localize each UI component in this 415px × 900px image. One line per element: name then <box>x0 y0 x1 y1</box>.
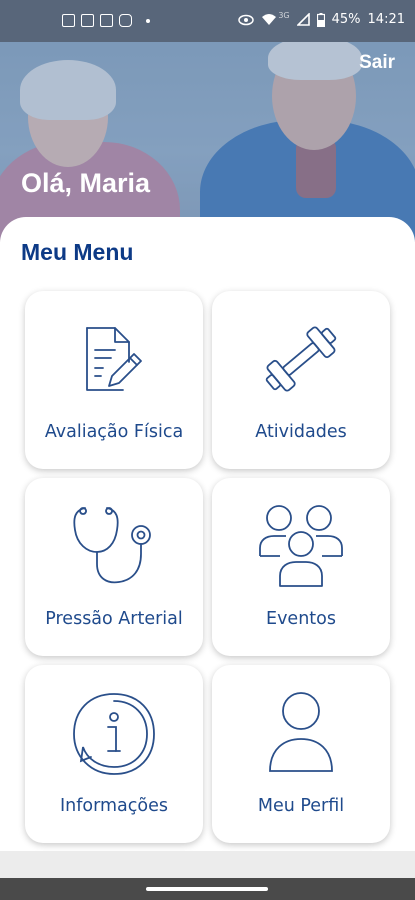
hero-overlay <box>0 42 415 242</box>
menu-tile-label: Eventos <box>266 609 336 629</box>
greeting-title: Olá, Maria <box>21 168 151 198</box>
status-bar: 3G 45% 14:21 <box>0 0 415 42</box>
instagram-icon <box>119 14 132 27</box>
battery-icon <box>316 12 325 27</box>
battery-percentage: 45% <box>331 12 361 27</box>
menu-tile-meu-perfil[interactable]: Meu Perfil <box>212 665 390 843</box>
user-profile-icon <box>269 692 333 772</box>
clock: 14:21 <box>367 12 405 27</box>
eye-icon <box>238 14 255 25</box>
dumbbell-icon <box>265 326 337 392</box>
signal-icon <box>296 13 310 26</box>
document-edit-icon <box>86 327 142 391</box>
system-navigation-bar <box>0 851 415 900</box>
qr-icon <box>81 14 94 27</box>
menu-tile-label: Meu Perfil <box>257 796 345 816</box>
more-notifications-dot <box>146 18 150 23</box>
menu-tile-pressao-arterial[interactable]: Pressão Arterial <box>25 478 203 656</box>
menu-tile-informacoes[interactable]: Informações <box>25 665 203 843</box>
menu-tile-eventos[interactable]: Eventos <box>212 478 390 656</box>
menu-tile-avaliacao-fisica[interactable]: Avaliação Física <box>25 291 203 469</box>
menu-panel: Meu Menu Avaliação Física Atividades Pre… <box>0 217 415 851</box>
info-icon <box>73 693 155 775</box>
network-type: 3G <box>278 11 290 20</box>
people-group-icon <box>259 505 343 587</box>
menu-tile-label: Atividades <box>255 422 347 442</box>
wifi-icon <box>262 14 277 25</box>
menu-tile-label: Informações <box>60 796 168 816</box>
facebook-icon <box>100 14 113 27</box>
hero-photo <box>0 42 415 242</box>
home-indicator[interactable] <box>146 887 268 891</box>
menu-tile-label: Avaliação Física <box>44 422 184 442</box>
stethoscope-icon <box>73 507 151 584</box>
notification-icons <box>62 14 150 27</box>
menu-tile-atividades[interactable]: Atividades <box>212 291 390 469</box>
system-status: 3G 45% 14:21 <box>238 11 405 27</box>
menu-tile-label: Pressão Arterial <box>45 609 183 629</box>
logout-button[interactable]: Sair <box>359 52 395 74</box>
calendar-icon <box>62 14 75 27</box>
menu-title: Meu Menu <box>21 239 134 265</box>
